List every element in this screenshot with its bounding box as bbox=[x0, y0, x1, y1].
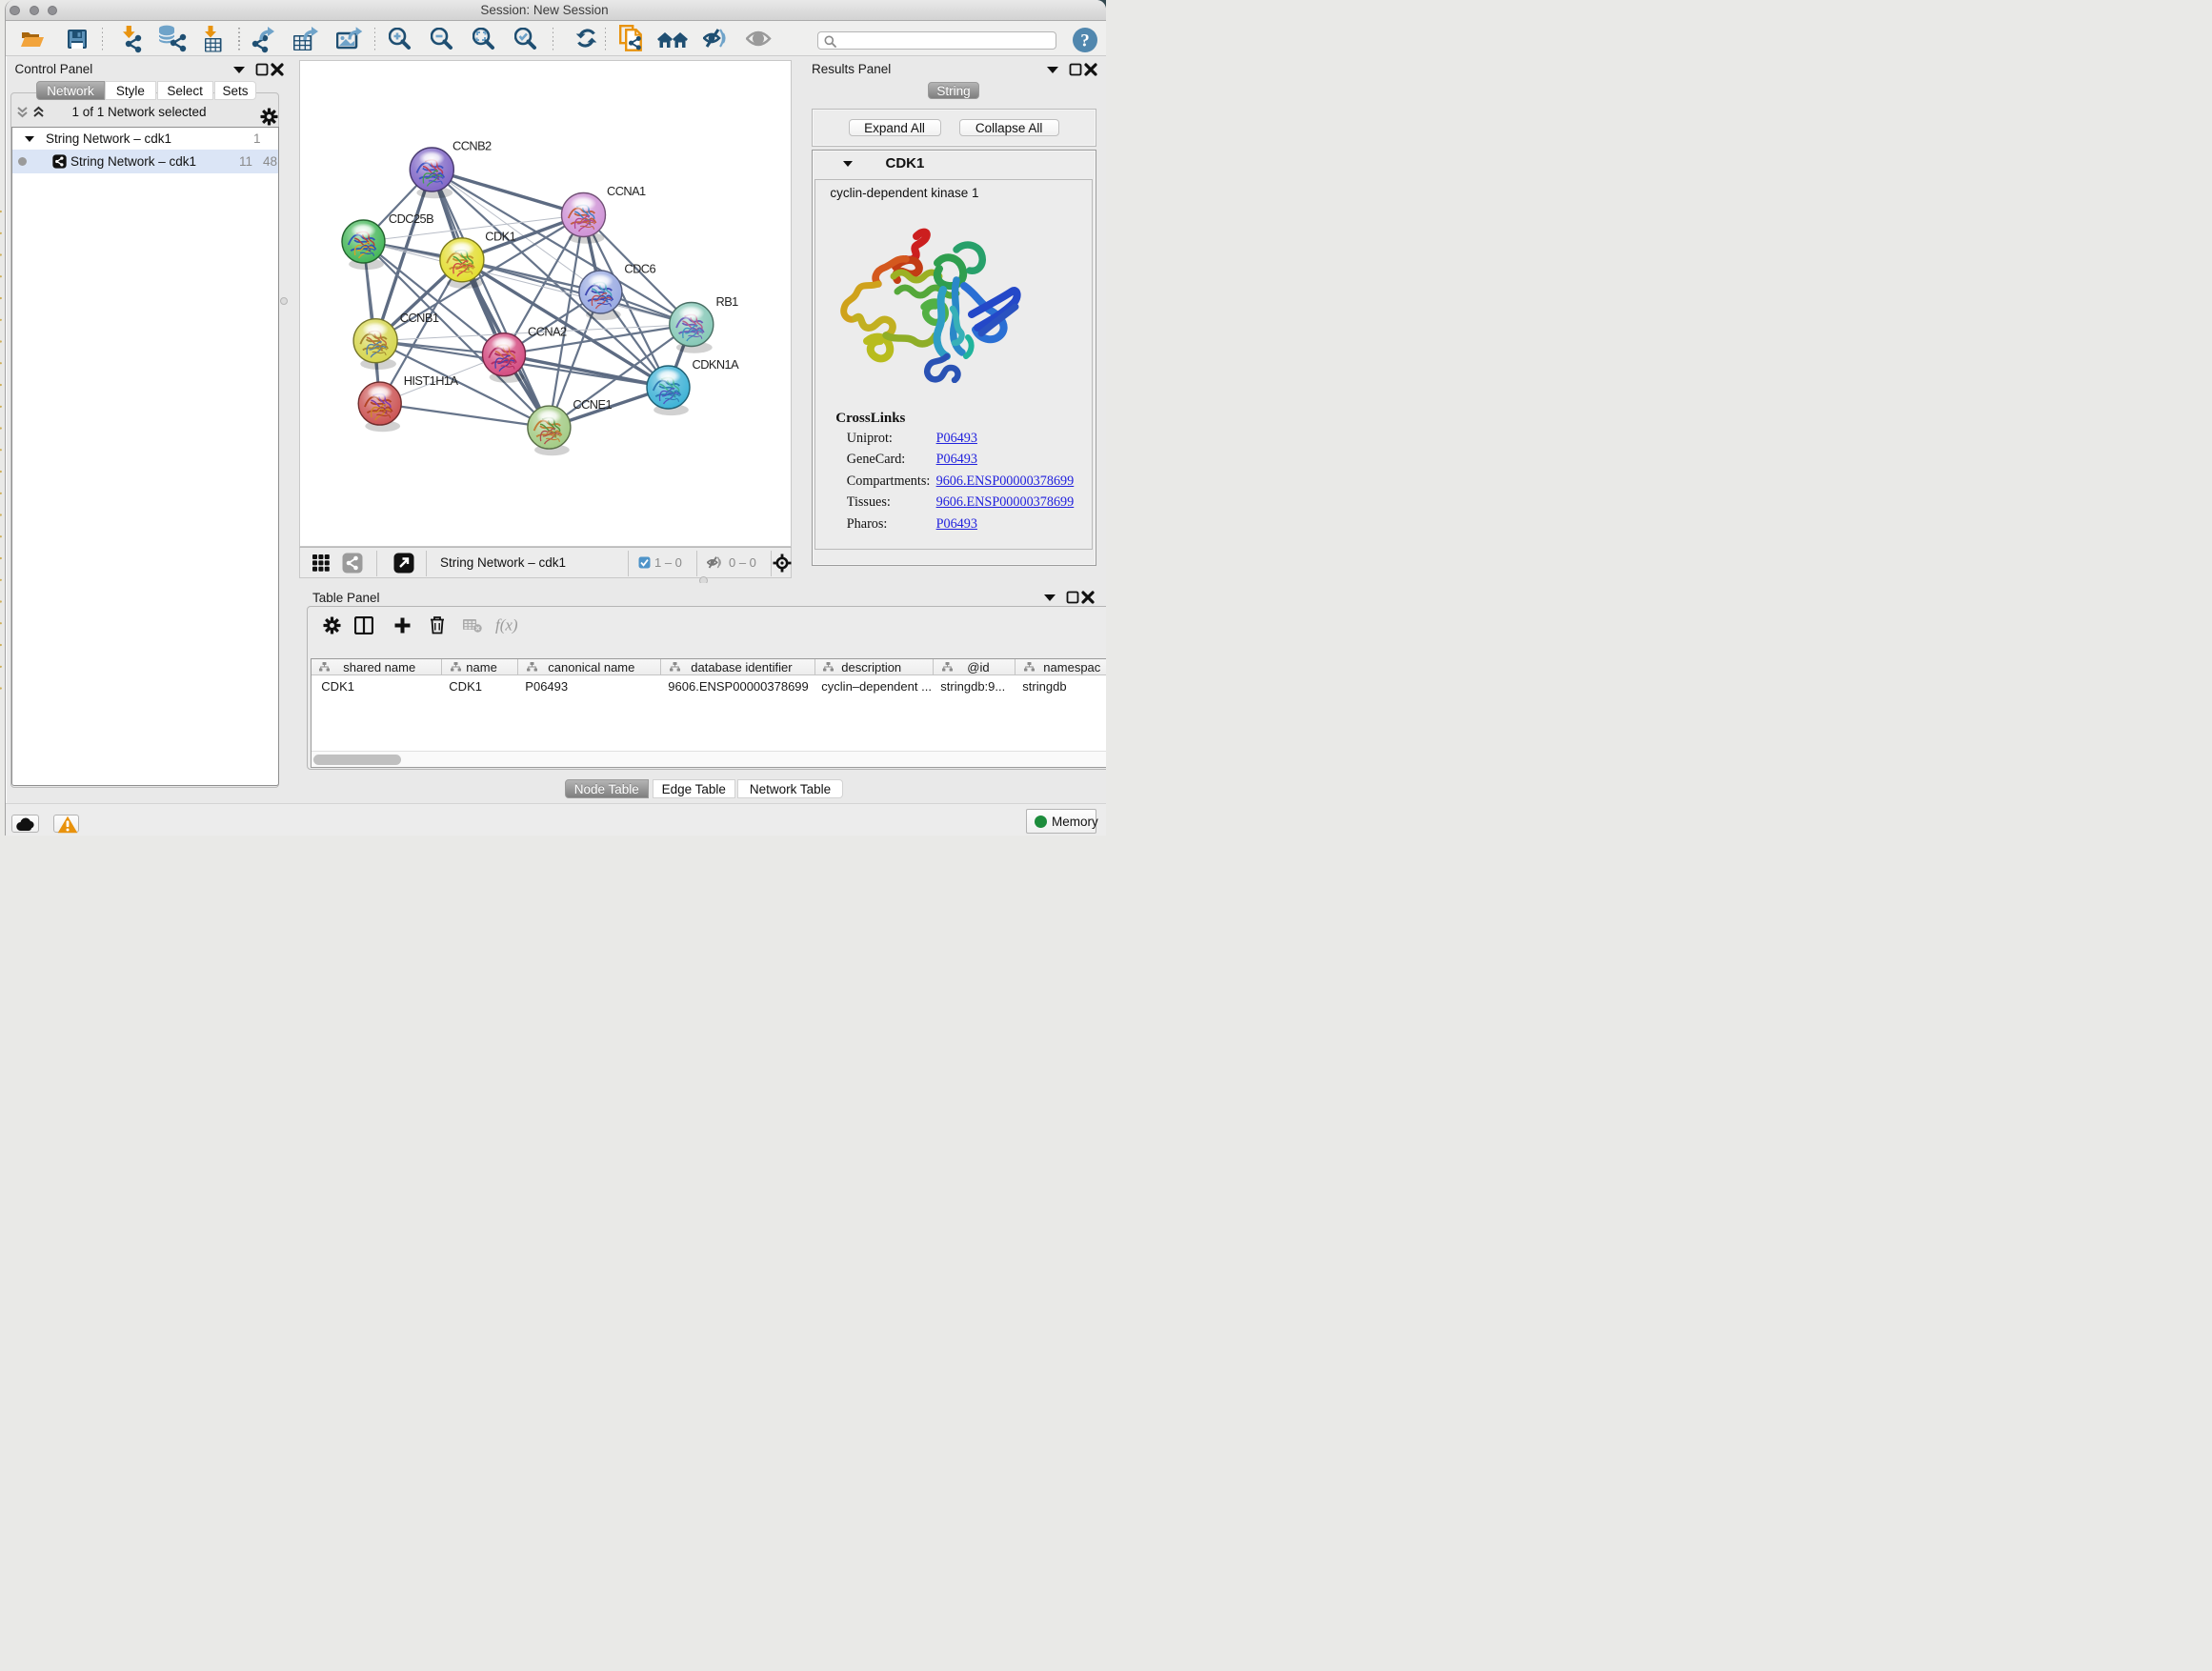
svg-text:HIST1H1A: HIST1H1A bbox=[404, 373, 459, 388]
svg-text:CCNB2: CCNB2 bbox=[452, 138, 492, 152]
svg-text:RB1: RB1 bbox=[716, 294, 739, 309]
svg-text:CCNB1: CCNB1 bbox=[400, 311, 439, 325]
svg-text:CDC6: CDC6 bbox=[624, 261, 655, 275]
svg-text:f(x): f(x) bbox=[495, 616, 518, 634]
svg-text:CDK1: CDK1 bbox=[485, 229, 515, 243]
svg-text:CCNE1: CCNE1 bbox=[573, 397, 612, 412]
svg-text:CDKN1A: CDKN1A bbox=[693, 357, 740, 372]
svg-text:CDC25B: CDC25B bbox=[389, 211, 433, 226]
svg-text:?: ? bbox=[1080, 31, 1090, 51]
svg-text:CCNA1: CCNA1 bbox=[607, 184, 646, 198]
svg-text:CCNA2: CCNA2 bbox=[528, 324, 567, 338]
